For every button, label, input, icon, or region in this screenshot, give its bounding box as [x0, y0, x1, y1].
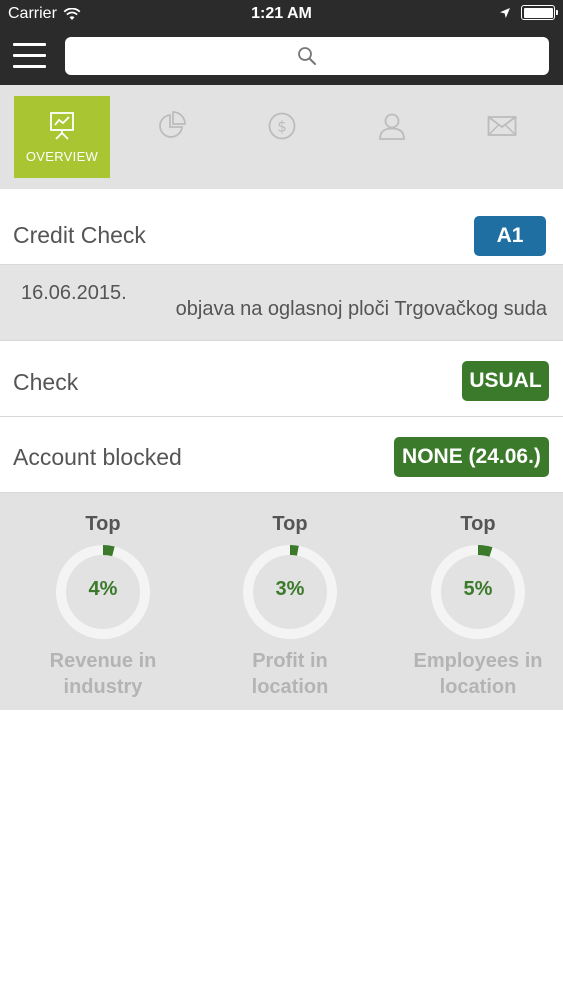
stat-top-label: Top	[460, 513, 496, 535]
stat-percent: 3%	[275, 578, 305, 600]
svg-text:$: $	[277, 118, 287, 136]
search-input[interactable]	[65, 37, 549, 75]
account-blocked-row: Account blocked NONE (24.06.)	[0, 417, 563, 493]
tab-finance[interactable]: $	[234, 96, 330, 178]
presentation-chart-icon	[50, 112, 74, 140]
nav-bar	[0, 29, 563, 85]
ranking-ring: 5%	[428, 542, 528, 642]
stat-revenue: Top 4% Revenue in industry	[23, 513, 183, 700]
stat-caption: Employees in location	[414, 648, 543, 700]
tab-bar: OVERVIEW $	[0, 85, 563, 189]
notice-text: objava na oglasnoj ploči Trgovačkog suda	[175, 298, 547, 320]
person-icon	[379, 113, 405, 140]
envelope-icon	[487, 116, 517, 136]
stat-caption-line: Revenue in	[49, 650, 157, 672]
search-icon	[298, 47, 316, 65]
notice-date: 16.06.2015.	[21, 282, 127, 304]
check-label: Check	[13, 369, 79, 395]
stat-caption-line: industry	[63, 676, 143, 698]
tab-contact[interactable]	[454, 96, 550, 178]
credit-rating-badge: A1	[474, 216, 546, 256]
stat-top-label: Top	[85, 513, 121, 535]
tab-people[interactable]	[344, 96, 440, 178]
account-blocked-badge: NONE (24.06.)	[394, 437, 549, 477]
stat-percent: 4%	[88, 578, 118, 600]
stat-percent: 5%	[463, 578, 493, 600]
location-arrow-icon	[500, 7, 510, 18]
pie-chart-icon	[159, 111, 186, 138]
stat-caption: Profit in location	[252, 648, 329, 700]
menu-icon[interactable]	[13, 43, 46, 68]
notice-row: 16.06.2015. objava na oglasnoj ploči Trg…	[0, 265, 563, 341]
account-blocked-label: Account blocked	[13, 444, 182, 470]
credit-check-row: Credit Check A1	[0, 189, 563, 265]
check-status-badge: USUAL	[462, 361, 549, 401]
stat-caption: Revenue in industry	[50, 648, 157, 700]
tab-pie-chart[interactable]	[124, 96, 220, 178]
stat-caption-line: location	[251, 676, 329, 698]
ranking-ring: 3%	[240, 542, 340, 642]
dollar-coin-icon: $	[268, 112, 296, 140]
tab-overview-label: OVERVIEW	[25, 149, 99, 164]
stat-caption-line: Profit in	[252, 650, 328, 672]
stat-top-label: Top	[272, 513, 308, 535]
status-time: 1:21 AM	[251, 5, 312, 22]
credit-check-label: Credit Check	[13, 222, 146, 248]
stat-profit: Top 3% Profit in location	[210, 513, 370, 700]
check-row: Check USUAL	[0, 341, 563, 417]
stat-employees: Top 5% Employees in location	[398, 513, 558, 700]
status-bar: Carrier 1:21 AM	[0, 0, 563, 29]
stat-caption-line: Employees in	[413, 650, 543, 672]
ranking-stats: Top 4% Revenue in industry Top 3% Profit…	[0, 493, 563, 710]
tab-overview[interactable]: OVERVIEW	[14, 96, 110, 178]
battery-icon	[521, 5, 558, 20]
status-right-group	[499, 5, 558, 20]
ranking-ring: 4%	[53, 542, 153, 642]
stat-caption-line: location	[439, 676, 517, 698]
